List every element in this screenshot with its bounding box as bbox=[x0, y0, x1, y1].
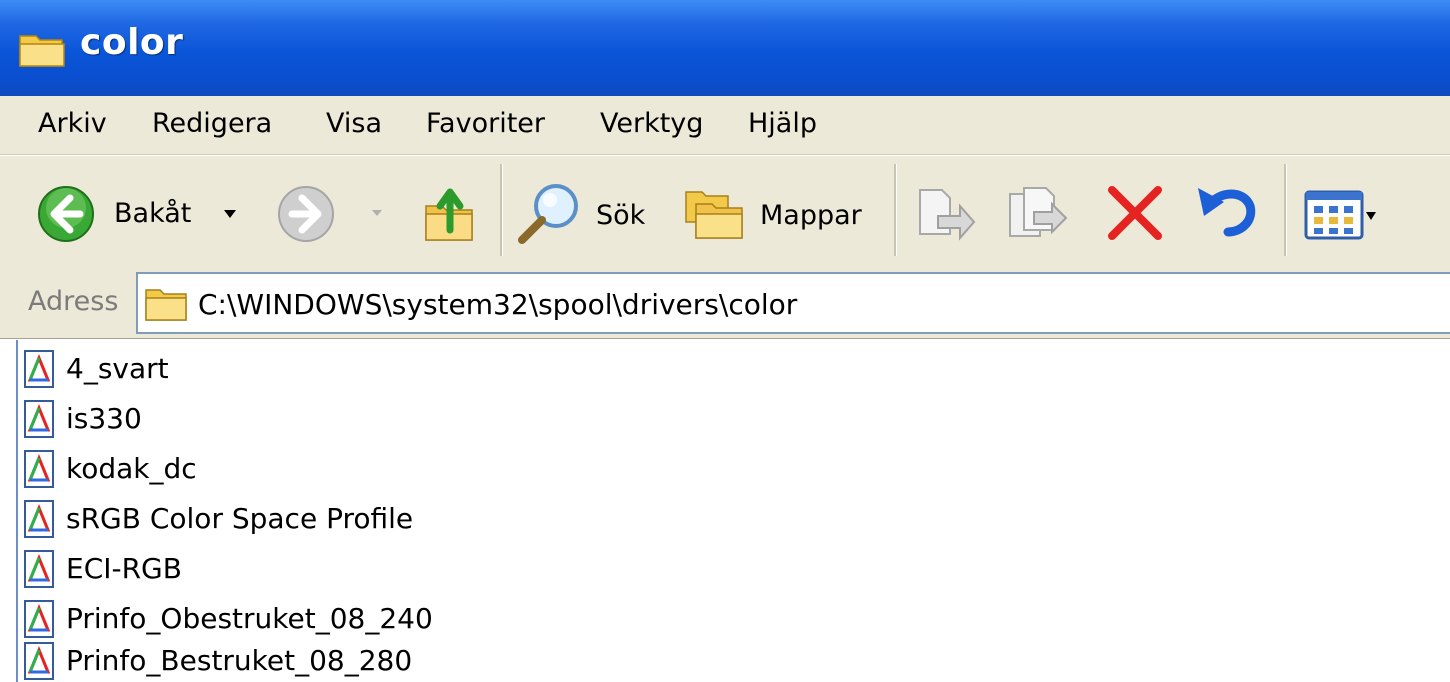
copy-to-icon[interactable] bbox=[1002, 182, 1074, 244]
file-item[interactable]: 4_svart bbox=[0, 346, 700, 396]
views-button[interactable] bbox=[1304, 190, 1404, 242]
file-item[interactable]: is330 bbox=[0, 396, 700, 446]
menu-hjalp[interactable]: Hjälp bbox=[740, 104, 825, 143]
file-name: sRGB Color Space Profile bbox=[66, 502, 414, 535]
undo-icon[interactable] bbox=[1194, 180, 1260, 242]
back-arrow-icon bbox=[38, 186, 94, 242]
back-label: Bakåt bbox=[114, 198, 192, 229]
views-icon bbox=[1304, 190, 1376, 240]
folder-icon bbox=[19, 35, 65, 67]
color-profile-icon bbox=[24, 450, 54, 488]
dropdown-arrow-icon[interactable] bbox=[222, 208, 238, 220]
address-label: Adress bbox=[28, 286, 119, 317]
file-item[interactable]: Prinfo_Bestruket_08_280 bbox=[0, 638, 700, 682]
explorer-window: color Arkiv Redigera Visa Favoriter Verk… bbox=[0, 0, 1450, 682]
file-list: 4_svart is330 kodak_dc sRGB Color Space … bbox=[0, 340, 1450, 682]
window-title: color bbox=[80, 22, 184, 63]
search-label: Sök bbox=[596, 200, 646, 231]
color-profile-icon bbox=[24, 350, 54, 388]
file-name: is330 bbox=[66, 402, 142, 435]
delete-x-icon[interactable] bbox=[1104, 182, 1166, 244]
toolbar-separator bbox=[894, 164, 897, 256]
toolbar-separator bbox=[500, 164, 503, 256]
forward-arrow-icon[interactable] bbox=[276, 184, 336, 244]
color-profile-icon bbox=[24, 600, 54, 638]
file-name: ECI-RGB bbox=[66, 552, 182, 585]
color-profile-icon bbox=[24, 550, 54, 588]
move-to-icon[interactable] bbox=[912, 182, 978, 244]
menu-bar: Arkiv Redigera Visa Favoriter Verktyg Hj… bbox=[0, 96, 1450, 155]
folder-up-icon[interactable] bbox=[420, 180, 480, 244]
folders-icon bbox=[685, 191, 743, 239]
file-item[interactable]: ECI-RGB bbox=[0, 546, 700, 596]
search-magnifier-icon bbox=[518, 184, 578, 244]
pane-border bbox=[16, 340, 18, 682]
title-bar[interactable]: color bbox=[0, 0, 1450, 96]
color-profile-icon bbox=[24, 642, 54, 680]
menu-redigera[interactable]: Redigera bbox=[144, 104, 280, 143]
address-bar: Adress C:\WINDOWS\system32\spool\drivers… bbox=[0, 268, 1450, 339]
toolbar-separator bbox=[1284, 164, 1287, 256]
file-item[interactable]: kodak_dc bbox=[0, 446, 700, 496]
forward-dropdown-icon[interactable] bbox=[370, 208, 384, 218]
color-profile-icon bbox=[24, 400, 54, 438]
color-profile-icon bbox=[24, 500, 54, 538]
toolbar: Bakåt Sök Mappar bbox=[0, 155, 1450, 269]
file-name: Prinfo_Bestruket_08_280 bbox=[66, 644, 413, 677]
menu-verktyg[interactable]: Verktyg bbox=[592, 104, 711, 143]
menu-favoriter[interactable]: Favoriter bbox=[418, 104, 553, 143]
file-name: Prinfo_Obestruket_08_240 bbox=[66, 602, 433, 635]
address-input[interactable]: C:\WINDOWS\system32\spool\drivers\color bbox=[136, 272, 1450, 334]
folders-button[interactable]: Mappar bbox=[682, 182, 872, 246]
folder-icon bbox=[145, 289, 187, 321]
file-name: kodak_dc bbox=[66, 452, 197, 485]
file-item[interactable]: sRGB Color Space Profile bbox=[0, 496, 700, 546]
address-path: C:\WINDOWS\system32\spool\drivers\color bbox=[198, 288, 798, 321]
folders-label: Mappar bbox=[760, 200, 862, 231]
back-button[interactable]: Bakåt bbox=[36, 184, 256, 244]
search-button[interactable]: Sök bbox=[514, 180, 664, 246]
menu-arkiv[interactable]: Arkiv bbox=[30, 104, 115, 143]
file-name: 4_svart bbox=[66, 352, 169, 385]
menu-visa[interactable]: Visa bbox=[318, 104, 390, 143]
